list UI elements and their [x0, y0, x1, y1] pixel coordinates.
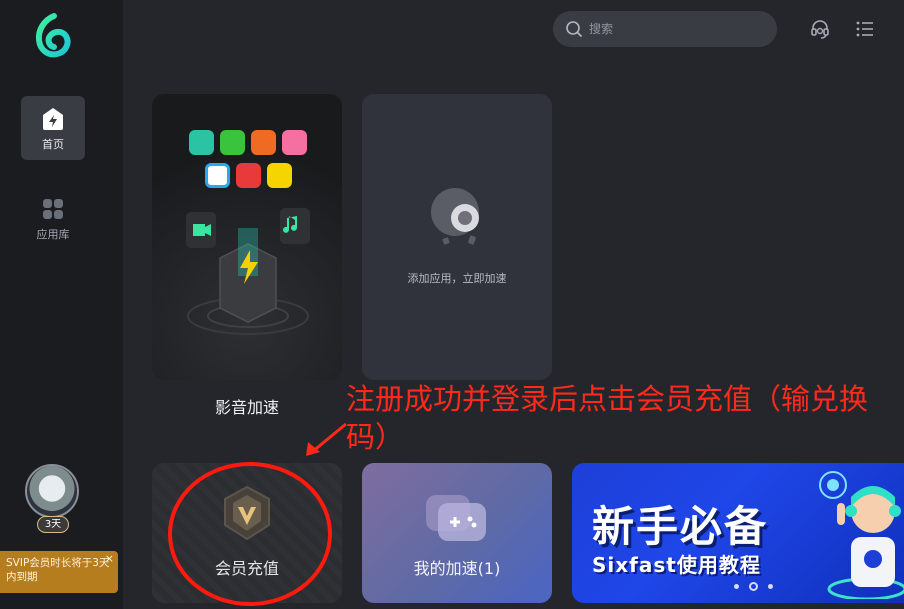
- banner-dot[interactable]: [768, 584, 773, 589]
- sixfast-logo[interactable]: [30, 10, 80, 60]
- banner-subtitle: Sixfast使用教程: [592, 553, 761, 577]
- user-avatar-block[interactable]: 3天: [25, 464, 81, 534]
- my-acceleration-card[interactable]: 我的加速(1): [362, 463, 552, 603]
- search-bar[interactable]: [553, 11, 777, 47]
- customer-service-icon[interactable]: [809, 18, 831, 40]
- netease-music-icon: [235, 163, 261, 188]
- nav-app-library[interactable]: 应用库: [21, 186, 85, 250]
- bilibili-icon: [282, 130, 307, 155]
- add-app-label: 添加应用，立即加速: [407, 272, 507, 285]
- mango-tv-icon: [251, 130, 276, 155]
- add-app-card[interactable]: 添加应用，立即加速: [362, 94, 552, 380]
- nav-app-library-label: 应用库: [36, 228, 70, 241]
- vip-expiry-tip: SVIP会员时长将于3天内到期 ×: [0, 551, 118, 593]
- banner-title: 新手必备: [592, 502, 769, 551]
- youku-icon: [204, 163, 230, 188]
- avatar[interactable]: [25, 464, 79, 518]
- apps-grid-icon: [43, 199, 63, 219]
- gamepad-icon: [426, 495, 486, 541]
- member-days-badge: 3天: [37, 516, 69, 533]
- iqiyi-icon: [220, 130, 245, 155]
- red-annotation-text: 注册成功并登录后点击会员充值（输兑换码）: [346, 382, 869, 454]
- add-app-icon: [431, 188, 479, 245]
- nav-home-label: 首页: [42, 138, 64, 151]
- media-app-icons: [186, 130, 310, 196]
- banner-dot-active[interactable]: [749, 582, 758, 591]
- my-acceleration-label: 我的加速(1): [413, 559, 501, 578]
- banner-dot[interactable]: [734, 584, 739, 589]
- media-acceleration-card[interactable]: [152, 94, 342, 380]
- menu-list-icon[interactable]: [854, 18, 876, 40]
- home-icon: [43, 108, 63, 130]
- media-acceleration-label: 影音加速: [214, 398, 279, 417]
- vip-expiry-text: SVIP会员时长将于3天内到期: [6, 557, 110, 583]
- sidebar: 首页 应用库 3天 SVIP会员时长将于3天内到期 ×: [0, 0, 123, 609]
- search-icon: [566, 21, 582, 37]
- annotation-arrow: [306, 422, 347, 456]
- red-annotation-circle: [168, 462, 332, 606]
- close-icon[interactable]: ×: [105, 552, 114, 566]
- beginner-guide-banner[interactable]: 新手必备 Sixfast使用教程: [572, 463, 904, 603]
- media-boost-illustration: [186, 208, 310, 335]
- qq-music-icon: [266, 163, 292, 188]
- nav-home[interactable]: 首页: [21, 96, 85, 160]
- search-input[interactable]: [589, 22, 759, 36]
- mascot-illustration: [819, 471, 904, 599]
- tencent-video-icon: [189, 130, 214, 155]
- banner-pagination: [734, 582, 773, 591]
